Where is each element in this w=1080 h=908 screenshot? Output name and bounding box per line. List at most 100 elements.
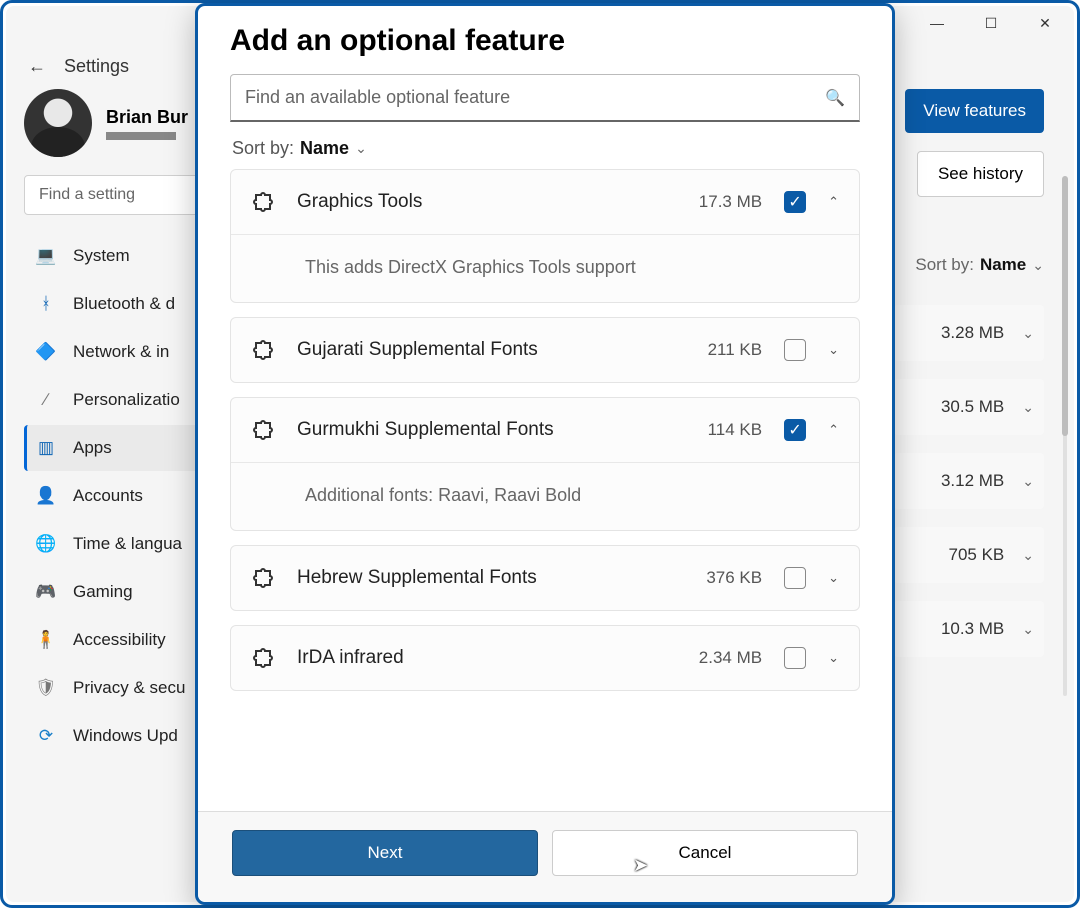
next-button[interactable]: Next [232,830,538,876]
feature-description: Additional fonts: Raavi, Raavi Bold [231,462,859,530]
user-name: Brian Bur [106,107,188,128]
sort-value: Name [300,138,349,159]
sidebar-icon: ▥ [35,437,57,459]
feature-row[interactable]: Hebrew Supplemental Fonts 376 KB ⌄ [231,546,859,610]
feature-name: Gurmukhi Supplemental Fonts [297,419,554,441]
feature-row[interactable]: Gujarati Supplemental Fonts 211 KB ⌄ [231,318,859,382]
cancel-button[interactable]: Cancel [552,830,858,876]
sort-label: Sort by: [232,138,294,159]
feature-row[interactable]: Gurmukhi Supplemental Fonts 114 KB ✓ ⌃ [231,398,859,462]
sidebar-icon: 👤 [35,485,57,507]
sort-value: Name [980,255,1026,275]
feature-size: 376 KB [706,568,762,588]
feature-size: 705 KB [949,545,1005,565]
puzzle-icon [251,566,275,590]
chevron-down-icon: ⌄ [1022,399,1034,416]
chevron-up-icon[interactable]: ⌃ [828,422,839,438]
avatar [24,89,92,157]
dialog-footer: Next Cancel ➤ [198,811,892,902]
installed-feature-row[interactable]: 3.28 MB ⌄ [894,305,1044,361]
feature-description: This adds DirectX Graphics Tools support [231,234,859,302]
feature-checkbox[interactable] [784,567,806,589]
feature-checkbox[interactable]: ✓ [784,191,806,213]
feature-name: Gujarati Supplemental Fonts [297,339,538,361]
add-optional-feature-dialog: Add an optional feature Find an availabl… [195,3,895,905]
sidebar-icon: 🔷 [35,341,57,363]
feature-card: Hebrew Supplemental Fonts 376 KB ⌄ [230,545,860,611]
see-history-button[interactable]: See history [917,151,1044,197]
search-icon: 🔍 [825,88,845,108]
installed-feature-row[interactable]: 705 KB ⌄ [894,527,1044,583]
feature-row[interactable]: IrDA infrared 2.34 MB ⌄ [231,626,859,690]
scrollbar-thumb[interactable] [1062,176,1068,436]
feature-size: 2.34 MB [699,648,762,668]
feature-checkbox[interactable] [784,339,806,361]
chevron-down-icon[interactable]: ⌄ [828,342,839,358]
feature-size: 30.5 MB [941,397,1004,417]
sidebar-icon: 🛡 [35,677,57,699]
sidebar-item-label: Windows Upd [73,726,178,746]
feature-size: 17.3 MB [699,192,762,212]
sidebar-item-label: Accessibility [73,630,166,650]
chevron-down-icon[interactable]: ⌄ [828,650,839,666]
sidebar-icon: 🧍 [35,629,57,651]
user-email [106,132,176,140]
chevron-down-icon: ⌄ [1022,473,1034,490]
installed-feature-row[interactable]: 30.5 MB ⌄ [894,379,1044,435]
installed-feature-row[interactable]: 10.3 MB⌄ [894,601,1044,657]
sidebar-item-label: Bluetooth & d [73,294,175,314]
chevron-down-icon: ⌄ [1022,621,1034,638]
sort-label: Sort by: [915,255,974,275]
dialog-sort-by[interactable]: Sort by: Name ⌄ [232,138,858,159]
chevron-down-icon[interactable]: ⌄ [828,570,839,586]
feature-row[interactable]: Graphics Tools 17.3 MB ✓ ⌃ [231,170,859,234]
feature-card: IrDA infrared 2.34 MB ⌄ [230,625,860,691]
sidebar-item-label: Time & langua [73,534,182,554]
chevron-down-icon: ⌄ [1022,325,1034,342]
close-button[interactable]: ✕ [1038,16,1052,30]
sidebar-icon: 🌐 [35,533,57,555]
sidebar-item-label: System [73,246,130,266]
feature-size: 211 KB [708,340,763,360]
sidebar-item-label: Privacy & secu [73,678,185,698]
feature-size: 3.12 MB [941,471,1004,491]
feature-search-input[interactable]: Find an available optional feature 🔍 [230,74,860,122]
sidebar-icon: ᚼ [35,293,57,315]
sidebar-icon: 💻 [35,245,57,267]
chevron-down-icon: ⌄ [355,140,367,157]
sidebar-icon: ∕ [35,389,57,411]
feature-size: 114 KB [708,420,763,440]
minimize-button[interactable]: — [930,16,944,30]
back-button[interactable]: ← [28,56,46,77]
feature-name: Graphics Tools [297,191,422,213]
puzzle-icon [251,646,275,670]
sidebar-item-label: Accounts [73,486,143,506]
sidebar-item-label: Personalizatio [73,390,180,410]
puzzle-icon [251,418,275,442]
main-sort-by[interactable]: Sort by: Name ⌄ [915,255,1044,275]
maximize-button[interactable]: ☐ [984,16,998,30]
chevron-down-icon: ⌄ [1022,547,1034,564]
chevron-down-icon: ⌄ [1032,257,1044,274]
feature-name: Hebrew Supplemental Fonts [297,567,537,589]
sidebar-icon: 🎮 [35,581,57,603]
search-placeholder: Find an available optional feature [245,87,510,108]
feature-card: Gujarati Supplemental Fonts 211 KB ⌄ [230,317,860,383]
installed-features-list: 3.28 MB⌄30.5 MB⌄3.12 MB⌄705 KB⌄10.3 MB⌄ [894,305,1044,657]
feature-size: 3.28 MB [941,323,1004,343]
chevron-up-icon[interactable]: ⌃ [828,194,839,210]
feature-name: IrDA infrared [297,647,404,669]
sidebar-item-label: Apps [73,438,112,458]
feature-checkbox[interactable] [784,647,806,669]
puzzle-icon [251,190,275,214]
installed-feature-row[interactable]: 3.12 MB ⌄ [894,453,1044,509]
feature-card: Graphics Tools 17.3 MB ✓ ⌃ This adds Dir… [230,169,860,303]
feature-checkbox[interactable]: ✓ [784,419,806,441]
cursor-icon: ➤ [633,855,648,876]
dialog-title: Add an optional feature [230,24,860,58]
feature-card: Gurmukhi Supplemental Fonts 114 KB ✓ ⌃ A… [230,397,860,531]
view-features-button[interactable]: View features [905,89,1044,133]
puzzle-icon [251,338,275,362]
sidebar-icon: ⟳ [35,725,57,747]
app-title: Settings [64,56,129,77]
